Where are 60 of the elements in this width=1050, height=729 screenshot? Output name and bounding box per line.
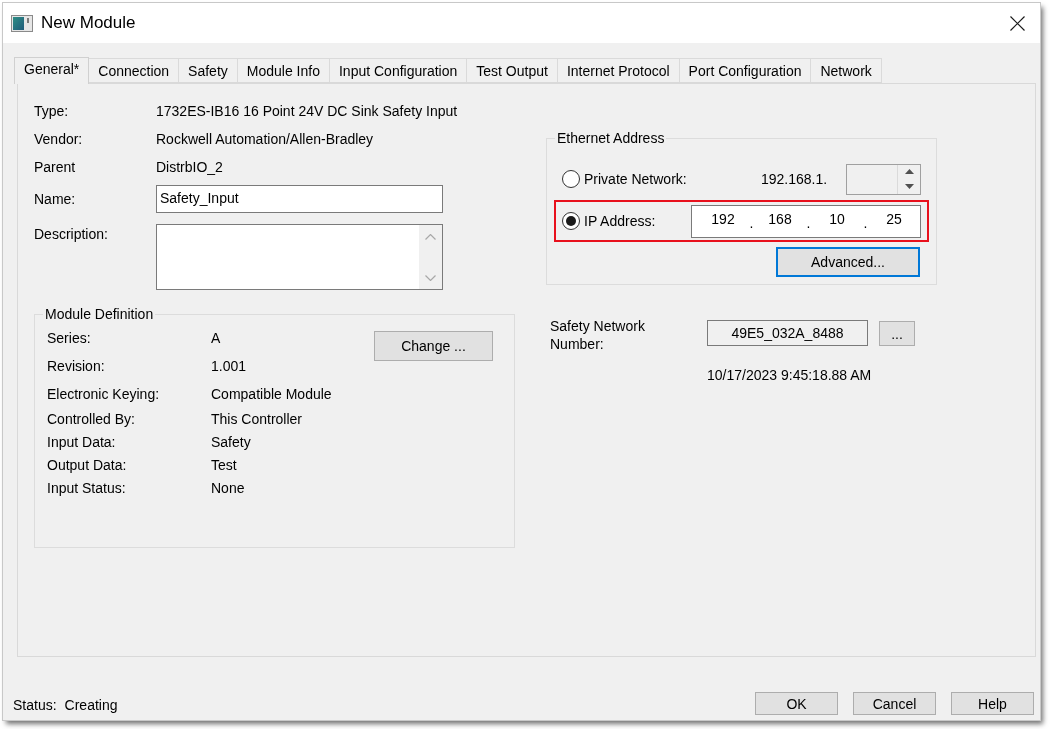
field-value: Test: [211, 457, 237, 474]
field-value: 1.001: [211, 357, 247, 375]
tab[interactable]: Safety: [178, 58, 238, 83]
field-value: A: [211, 329, 221, 347]
dialog-button[interactable]: Cancel: [853, 692, 936, 715]
ip-separator: .: [805, 213, 812, 232]
tab[interactable]: Input Configuration: [328, 58, 468, 83]
field-label: Description:: [34, 225, 109, 243]
field-value: Safety: [211, 434, 251, 451]
field-label: Name:: [34, 190, 77, 208]
description-field[interactable]: [156, 224, 443, 290]
field-value: This Controller: [211, 411, 303, 428]
status-label: Status:: [13, 696, 57, 714]
field-label: Electronic Keying:: [47, 385, 161, 403]
field-label: Parent: [34, 158, 77, 176]
tab[interactable]: Port Configuration: [678, 58, 812, 83]
dialog-button[interactable]: OK: [755, 692, 838, 715]
ip-octet: 10: [828, 210, 846, 228]
ip-octet: 25: [885, 210, 903, 228]
ip-octet: 192: [710, 210, 736, 228]
tab[interactable]: Module Info: [236, 58, 330, 83]
radio-label: IP Address:: [584, 212, 657, 230]
ip-octet: 168: [767, 210, 793, 228]
change-button[interactable]: Change ...: [374, 331, 493, 361]
timestamp-text: 10/17/2023 9:45:18.88 AM: [707, 366, 872, 384]
radio-button[interactable]: [562, 212, 580, 230]
tab[interactable]: General*: [14, 57, 90, 84]
close-icon[interactable]: [1010, 15, 1025, 31]
field-label: Safety Network Number:: [550, 317, 646, 353]
ip-prefix-text: 192.168.1.: [761, 170, 829, 188]
tab[interactable]: Test Output: [466, 58, 558, 83]
ip-separator: .: [748, 213, 755, 232]
field-value: Compatible Module: [211, 385, 332, 403]
field-label: Input Data:: [47, 434, 117, 451]
safety-network-number-field[interactable]: 49E5_032A_8488: [707, 320, 868, 346]
field-label: Controlled By:: [47, 411, 136, 428]
field-label: Output Data:: [47, 457, 128, 474]
radio-button[interactable]: [562, 170, 580, 188]
advanced-button[interactable]: Advanced...: [776, 247, 920, 277]
field-label: Vendor:: [34, 130, 84, 148]
tab[interactable]: Network: [810, 58, 882, 83]
field-label: Revision:: [47, 357, 106, 375]
tab[interactable]: Internet Protocol: [556, 58, 680, 83]
field-value: Rockwell Automation/Allen-Bradley: [156, 130, 374, 148]
window-title: New Module: [41, 13, 136, 33]
window-icon: [11, 14, 33, 32]
ellipsis-button[interactable]: ...: [879, 321, 915, 346]
field-label: Input Status:: [47, 480, 127, 497]
field-label: Type:: [34, 102, 70, 120]
field-value: DistrbIO_2: [156, 158, 223, 176]
tab[interactable]: Connection: [88, 58, 180, 83]
field-label: Series:: [47, 329, 92, 347]
field-value: None: [211, 480, 245, 497]
dialog-button[interactable]: Help: [951, 692, 1034, 715]
ip-address-field[interactable]: 192 . 168 . 10 . 25: [691, 204, 921, 238]
status-value: Creating: [64, 696, 118, 714]
name-field[interactable]: Safety_Input: [156, 185, 443, 213]
radio-label: Private Network:: [584, 170, 688, 188]
field-value: 1732ES-IB16 16 Point 24V DC Sink Safety Input: [156, 102, 458, 120]
ip-separator: .: [862, 213, 869, 232]
